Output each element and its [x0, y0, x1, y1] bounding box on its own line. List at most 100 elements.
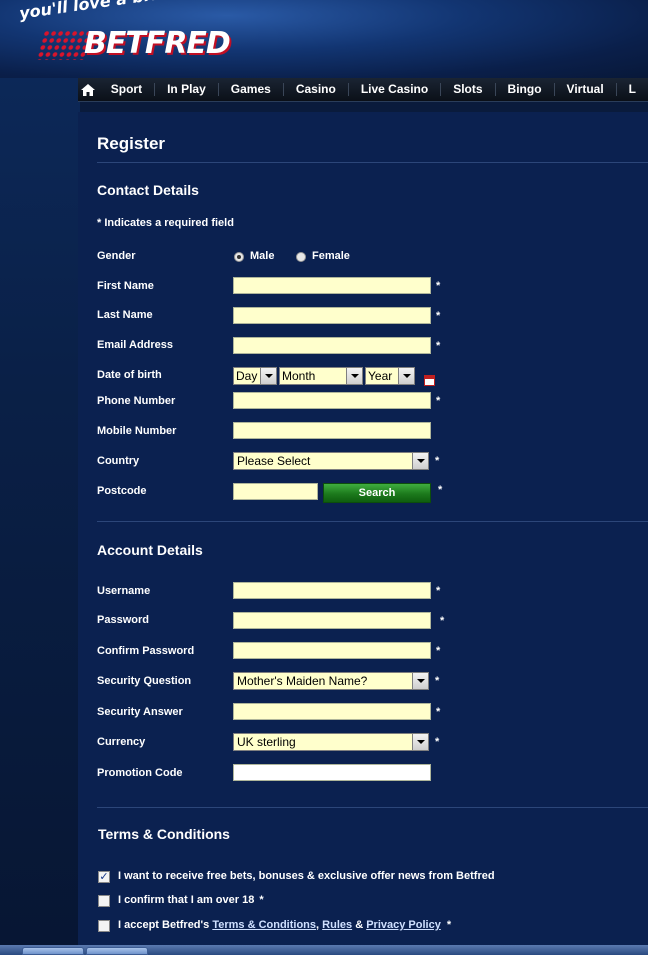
required-star: * [436, 340, 441, 352]
accept-terms-label: I accept Betfred's Terms & Conditions, R… [118, 919, 451, 931]
nav-live-casino[interactable]: Live Casino [347, 83, 440, 96]
chevron-down-icon [346, 368, 362, 384]
postcode-search-button[interactable]: Search [323, 483, 431, 503]
contact-heading: Contact Details [97, 182, 199, 198]
offers-checkbox[interactable]: ✓ [98, 871, 110, 883]
chevron-down-icon [398, 368, 414, 384]
phone-label: Phone Number [97, 395, 176, 407]
dob-month-select[interactable]: Month [279, 367, 363, 385]
nav-more[interactable]: L [615, 83, 648, 96]
gender-male-radio[interactable] [234, 252, 244, 262]
accept-prefix: I accept Betfred's [118, 919, 210, 931]
nav-virtual[interactable]: Virtual [553, 83, 616, 96]
main-nav: Sport In Play Games Casino Live Casino S… [78, 78, 648, 102]
currency-value: UK sterling [237, 735, 296, 749]
required-star: * [436, 280, 441, 292]
calendar-icon[interactable] [424, 375, 435, 386]
page-title: Register [97, 134, 166, 153]
taskbar-button[interactable] [86, 947, 148, 955]
password-label: Password [97, 614, 149, 626]
accept-terms-checkbox[interactable] [98, 920, 110, 932]
required-star: * [438, 484, 443, 496]
nav-casino[interactable]: Casino [282, 83, 348, 96]
age-label: I confirm that I am over 18 * [118, 894, 264, 906]
chevron-down-icon [412, 453, 428, 469]
privacy-policy-link[interactable]: Privacy Policy [366, 919, 441, 931]
dob-year-value: Year [368, 369, 393, 383]
taskbar-button[interactable] [22, 947, 84, 955]
chevron-down-icon [412, 734, 428, 750]
required-star: * [446, 919, 452, 931]
dob-day-select[interactable]: Day [233, 367, 277, 385]
required-star: * [436, 645, 441, 657]
age-label-text: I confirm that I am over 18 [118, 894, 255, 906]
register-panel: Register Contact Details * Indicates a r… [78, 112, 648, 955]
email-input[interactable] [233, 337, 431, 354]
country-label: Country [97, 455, 140, 467]
chevron-down-icon [412, 673, 428, 689]
promo-label: Promotion Code [97, 767, 183, 779]
nav-slots[interactable]: Slots [440, 83, 494, 96]
terms-link[interactable]: Terms & Conditions [212, 919, 316, 931]
required-star: * [440, 615, 445, 627]
security-question-label: Security Question [97, 675, 192, 687]
account-heading: Account Details [97, 542, 203, 558]
home-icon[interactable] [78, 78, 99, 101]
first-name-input[interactable] [233, 277, 431, 294]
rules-link[interactable]: Rules [322, 919, 352, 931]
betfred-logo[interactable]: BETFRED [84, 26, 231, 61]
currency-select[interactable]: UK sterling [233, 733, 429, 751]
chevron-down-icon [260, 368, 276, 384]
security-question-value: Mother's Maiden Name? [237, 674, 368, 688]
nav-games[interactable]: Games [217, 83, 283, 96]
tagline: you'll love a bit of... [18, 0, 199, 23]
dob-label: Date of birth [97, 369, 162, 381]
site-header: you'll love a bit of... BETFRED [0, 0, 648, 78]
divider [97, 807, 648, 808]
last-name-label: Last Name [97, 309, 153, 321]
confirm-password-input[interactable] [233, 642, 431, 659]
required-note: * Indicates a required field [97, 217, 234, 229]
dob-year-select[interactable]: Year [365, 367, 415, 385]
postcode-input[interactable] [233, 483, 318, 500]
required-star: * [436, 585, 441, 597]
nav-sport[interactable]: Sport [99, 83, 154, 96]
divider [97, 162, 648, 163]
page-background [0, 0, 80, 955]
age-checkbox[interactable] [98, 895, 110, 907]
password-input[interactable] [233, 612, 431, 629]
security-answer-input[interactable] [233, 703, 431, 720]
nav-in-play[interactable]: In Play [154, 83, 218, 96]
gender-female-radio[interactable] [296, 252, 306, 262]
username-input[interactable] [233, 582, 431, 599]
last-name-input[interactable] [233, 307, 431, 324]
required-star: * [436, 395, 441, 407]
security-answer-label: Security Answer [97, 706, 183, 718]
required-star: * [436, 706, 441, 718]
ampersand: & [355, 919, 364, 931]
country-select[interactable]: Please Select [233, 452, 429, 470]
dob-month-value: Month [282, 369, 316, 383]
required-star: * [435, 736, 440, 748]
country-value: Please Select [237, 454, 311, 468]
security-question-select[interactable]: Mother's Maiden Name? [233, 672, 429, 690]
required-star: * [435, 675, 440, 687]
username-label: Username [97, 585, 151, 597]
confirm-password-label: Confirm Password [97, 645, 195, 657]
promo-code-input[interactable] [233, 764, 431, 781]
terms-heading: Terms & Conditions [98, 826, 230, 842]
nav-bingo[interactable]: Bingo [494, 83, 554, 96]
mobile-label: Mobile Number [97, 425, 177, 437]
required-star: * [435, 455, 440, 467]
gender-label: Gender [97, 250, 136, 262]
required-star: * [259, 894, 264, 906]
comma: , [316, 919, 320, 931]
divider [97, 521, 648, 522]
required-star: * [436, 310, 441, 322]
offers-label: I want to receive free bets, bonuses & e… [118, 870, 495, 882]
gender-male-label: Male [250, 250, 275, 262]
currency-label: Currency [97, 736, 146, 748]
phone-input[interactable] [233, 392, 431, 409]
mobile-input[interactable] [233, 422, 431, 439]
first-name-label: First Name [97, 280, 154, 292]
